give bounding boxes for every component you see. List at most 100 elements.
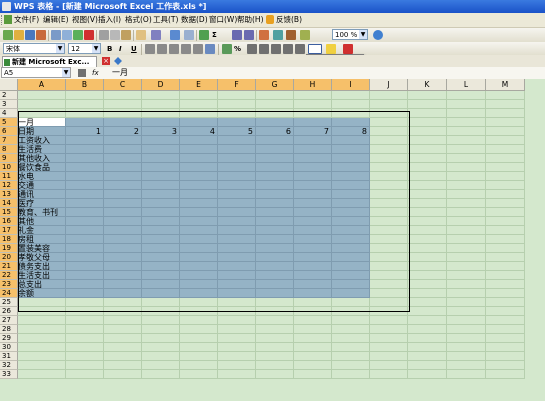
cell-g6[interactable]: 6: [256, 127, 294, 136]
cell-a11[interactable]: 水电: [18, 172, 66, 181]
cell-c21[interactable]: [104, 262, 142, 271]
cell-m26[interactable]: [486, 307, 525, 316]
cell-m7[interactable]: [486, 136, 525, 145]
cell-m11[interactable]: [486, 172, 525, 181]
cell-m25[interactable]: [486, 298, 525, 307]
row-header-21[interactable]: 21: [0, 262, 18, 271]
cell-l7[interactable]: [447, 136, 486, 145]
cell-m9[interactable]: [486, 154, 525, 163]
decrease-indent-icon[interactable]: [283, 44, 293, 54]
cell-b15[interactable]: [66, 208, 104, 217]
cell-j29[interactable]: [370, 334, 408, 343]
cell-c8[interactable]: [104, 145, 142, 154]
cell-b7[interactable]: [66, 136, 104, 145]
cell-j3[interactable]: [370, 100, 408, 109]
cell-j7[interactable]: [370, 136, 408, 145]
cell-j28[interactable]: [370, 325, 408, 334]
cell-j21[interactable]: [370, 262, 408, 271]
cell-h12[interactable]: [294, 181, 332, 190]
cell-b12[interactable]: [66, 181, 104, 190]
cell-g22[interactable]: [256, 271, 294, 280]
cell-j9[interactable]: [370, 154, 408, 163]
cell-e29[interactable]: [180, 334, 218, 343]
column-header-b[interactable]: B: [66, 79, 104, 91]
cell-b9[interactable]: [66, 154, 104, 163]
cell-e4[interactable]: [180, 109, 218, 118]
cell-j32[interactable]: [370, 361, 408, 370]
cell-h14[interactable]: [294, 199, 332, 208]
row-header-7[interactable]: 7: [0, 136, 18, 145]
row-header-32[interactable]: 32: [0, 361, 18, 370]
justify-icon[interactable]: [181, 44, 191, 54]
row-header-2[interactable]: 2: [0, 91, 18, 100]
cell-f22[interactable]: [218, 271, 256, 280]
cell-c4[interactable]: [104, 109, 142, 118]
cell-d12[interactable]: [142, 181, 180, 190]
cell-a19[interactable]: 置装美容: [18, 244, 66, 253]
cell-h26[interactable]: [294, 307, 332, 316]
column-header-g[interactable]: G: [256, 79, 294, 91]
cell-g14[interactable]: [256, 199, 294, 208]
cell-e12[interactable]: [180, 181, 218, 190]
cell-k26[interactable]: [408, 307, 447, 316]
cell-j27[interactable]: [370, 316, 408, 325]
cell-e9[interactable]: [180, 154, 218, 163]
comma-style-icon[interactable]: [247, 44, 257, 54]
cell-c5[interactable]: [104, 118, 142, 127]
cell-l26[interactable]: [447, 307, 486, 316]
cell-j14[interactable]: [370, 199, 408, 208]
cell-e8[interactable]: [180, 145, 218, 154]
cell-c14[interactable]: [104, 199, 142, 208]
cell-d19[interactable]: [142, 244, 180, 253]
cell-e5[interactable]: [180, 118, 218, 127]
cell-i20[interactable]: [332, 253, 370, 262]
cell-c3[interactable]: [104, 100, 142, 109]
cell-f32[interactable]: [218, 361, 256, 370]
cell-g17[interactable]: [256, 226, 294, 235]
cell-l18[interactable]: [447, 235, 486, 244]
cell-m24[interactable]: [486, 289, 525, 298]
cell-f33[interactable]: [218, 370, 256, 379]
cell-k16[interactable]: [408, 217, 447, 226]
cell-h18[interactable]: [294, 235, 332, 244]
cell-g18[interactable]: [256, 235, 294, 244]
menu-format[interactable]: 格式(O): [125, 14, 152, 26]
cell-e32[interactable]: [180, 361, 218, 370]
row-header-19[interactable]: 19: [0, 244, 18, 253]
cell-f18[interactable]: [218, 235, 256, 244]
print-icon[interactable]: [51, 30, 61, 40]
row-header-18[interactable]: 18: [0, 235, 18, 244]
sort-asc-icon[interactable]: [232, 30, 242, 40]
row-header-10[interactable]: 10: [0, 163, 18, 172]
column-header-h[interactable]: H: [294, 79, 332, 91]
row-header-22[interactable]: 22: [0, 271, 18, 280]
cell-i19[interactable]: [332, 244, 370, 253]
hyperlink-icon[interactable]: [199, 30, 209, 40]
cell-g10[interactable]: [256, 163, 294, 172]
cell-l14[interactable]: [447, 199, 486, 208]
italic-button[interactable]: I: [119, 44, 122, 54]
cell-d20[interactable]: [142, 253, 180, 262]
cell-m20[interactable]: [486, 253, 525, 262]
row-header-25[interactable]: 25: [0, 298, 18, 307]
row-header-15[interactable]: 15: [0, 208, 18, 217]
cell-c17[interactable]: [104, 226, 142, 235]
cell-j6[interactable]: [370, 127, 408, 136]
cell-a32[interactable]: [18, 361, 66, 370]
column-header-i[interactable]: I: [332, 79, 370, 91]
cell-f5[interactable]: [218, 118, 256, 127]
cell-l21[interactable]: [447, 262, 486, 271]
cell-b4[interactable]: [66, 109, 104, 118]
row-header-20[interactable]: 20: [0, 253, 18, 262]
cell-f30[interactable]: [218, 343, 256, 352]
cut-icon[interactable]: [99, 30, 109, 40]
cell-i2[interactable]: [332, 91, 370, 100]
find-icon[interactable]: [151, 30, 161, 40]
cell-b2[interactable]: [66, 91, 104, 100]
cell-a3[interactable]: [18, 100, 66, 109]
cell-j5[interactable]: [370, 118, 408, 127]
row-header-26[interactable]: 26: [0, 307, 18, 316]
cell-f11[interactable]: [218, 172, 256, 181]
column-header-d[interactable]: D: [142, 79, 180, 91]
menu-view[interactable]: 视图(V): [72, 14, 98, 26]
